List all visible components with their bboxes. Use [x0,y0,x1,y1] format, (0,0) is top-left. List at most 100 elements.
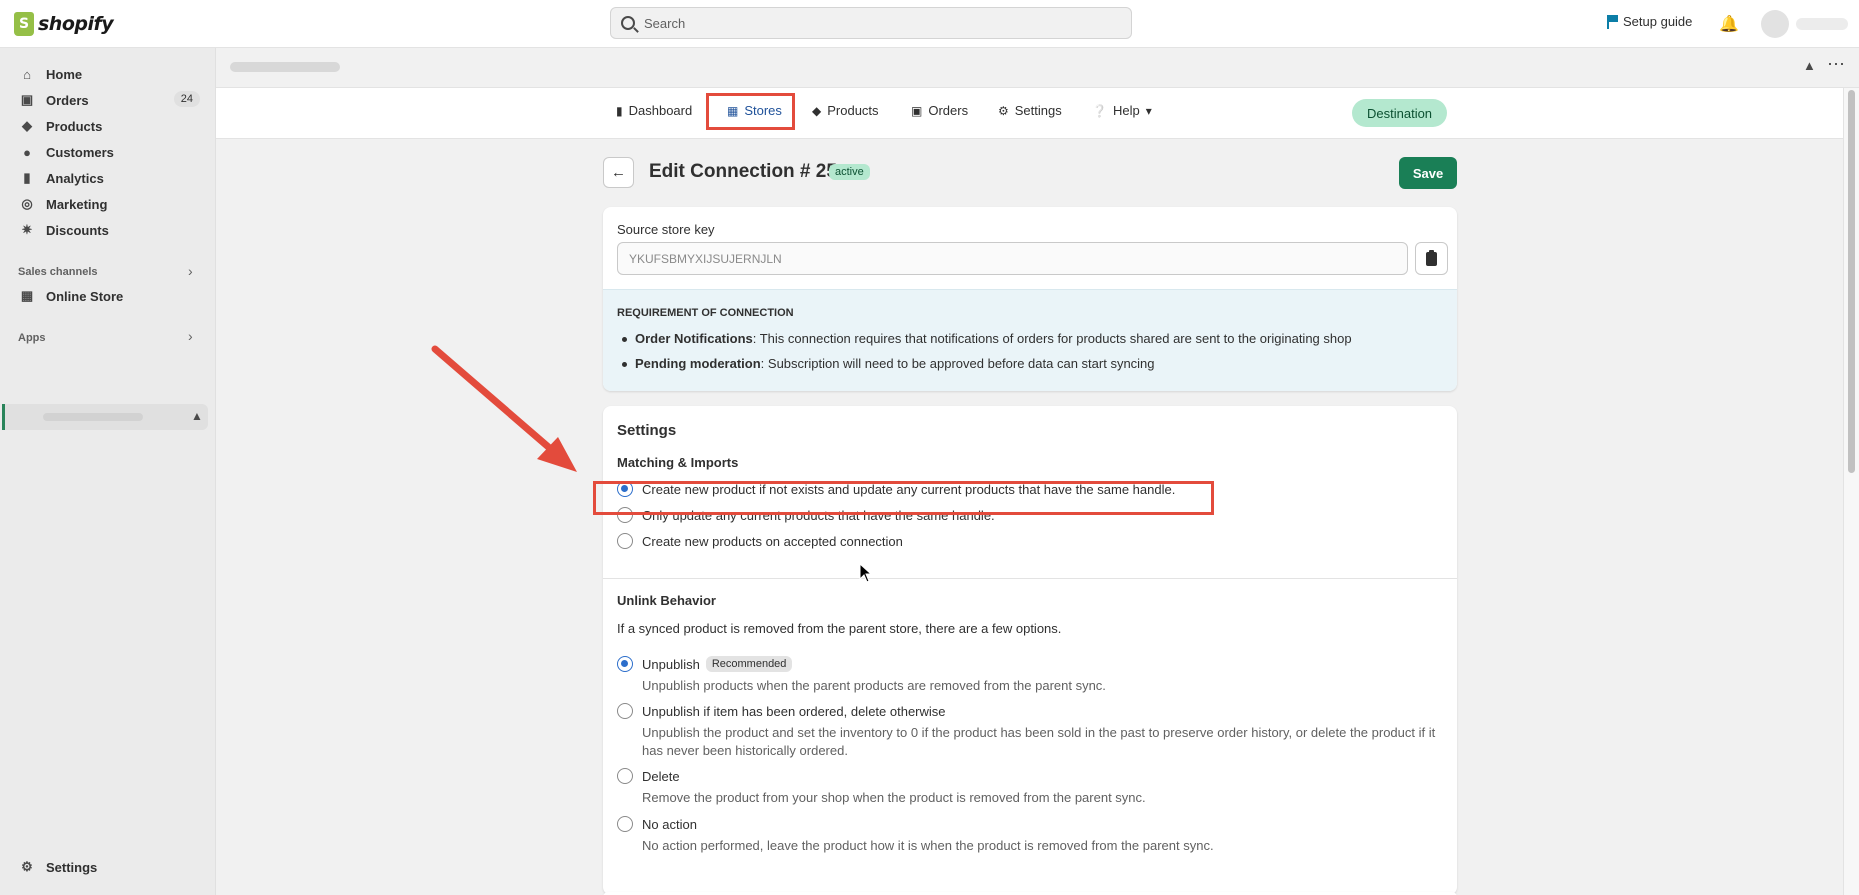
unlink-option-unpublish[interactable]: Unpublish Recommended [617,656,793,672]
radio[interactable] [617,703,633,719]
pin-icon[interactable]: ▲ [191,409,203,423]
page-title: Edit Connection # 25 [649,161,837,182]
app-name-blurred [43,413,143,421]
tab-dashboard[interactable]: ▮ Dashboard [616,103,692,118]
sidebar-item-discounts[interactable]: ✷ Discounts [10,217,208,243]
source-key-field[interactable]: YKUFSBMYXIJSUJERNJLN [617,242,1408,275]
account-name-blurred[interactable] [1796,18,1848,30]
setup-guide-button[interactable]: Setup guide [1607,14,1692,29]
orders-count-badge: 24 [173,91,200,107]
tab-label: Settings [1014,103,1062,118]
sidebar-item-online-store[interactable]: ▦ Online Store [10,283,208,309]
unlink-behavior-title: Unlink Behavior [617,593,716,608]
tab-help[interactable]: ❔ Help ▾ [1092,103,1152,118]
tab-label: Orders [928,103,969,118]
radio[interactable] [617,768,633,784]
option-label: Unpublish [642,656,700,672]
sidebar-item-label: Customers [46,144,114,160]
more-icon[interactable]: ⋯ [1827,54,1846,75]
sidebar: ⌂ Home ▣ Orders 24 ◆ Products ● Customer… [0,48,216,895]
bell-icon[interactable]: 🔔 [1719,14,1739,33]
app-nav: ▮ Dashboard ▦ Stores ◆ Products ▣ Orders… [216,88,1843,139]
option-label: Create new products on accepted connecti… [642,533,903,549]
radio[interactable] [617,533,633,549]
gear-icon: ⚙ [21,859,33,874]
source-key-card: Source store key YKUFSBMYXIJSUJERNJLN RE… [603,207,1457,391]
apps-label: Apps [18,332,46,344]
avatar[interactable] [1761,10,1789,38]
copy-button[interactable] [1415,242,1448,275]
unlink-option-no-action[interactable]: No action [617,816,697,832]
sidebar-item-label: Discounts [46,222,109,238]
sidebar-item-customers[interactable]: ● Customers [10,139,208,165]
settings-card: Settings Matching & Imports Create new p… [603,406,1457,895]
tag-icon: ◆ [812,103,822,118]
sidebar-item-app[interactable]: ▲ [2,404,208,430]
sidebar-item-label: Orders [46,92,89,108]
source-key-value: YKUFSBMYXIJSUJERNJLN [629,251,782,266]
sidebar-item-label: Online Store [46,288,124,304]
sidebar-item-settings[interactable]: ⚙ Settings [10,854,208,880]
pin-icon[interactable]: ▲ [1803,58,1816,73]
chevron-right-icon[interactable]: › [188,263,193,279]
matching-imports-title: Matching & Imports [617,455,739,470]
search-placeholder: Search [644,15,686,31]
unlink-option-unpublish-or-delete[interactable]: Unpublish if item has been ordered, dele… [617,703,946,719]
radio[interactable] [617,816,633,832]
scrollbar[interactable] [1843,88,1859,895]
chevron-right-icon[interactable]: › [188,328,193,344]
question-icon: ❔ [1092,103,1107,118]
matching-option-create-on-accept[interactable]: Create new products on accepted connecti… [617,533,903,549]
shopify-bag-icon [14,12,34,36]
requirement-text: : Subscription will need to be approved … [760,356,1155,371]
sidebar-item-label: Settings [46,859,98,875]
home-icon: ⌂ [23,66,31,82]
source-key-label: Source store key [617,222,715,237]
sidebar-item-label: Analytics [46,170,104,186]
scroll-thumb[interactable] [1848,90,1855,473]
recommended-badge: Recommended [705,656,793,672]
status-badge: active [829,164,870,180]
bar-chart-icon: ▮ [616,103,623,118]
requirement-item: Pending moderation: Subscription will ne… [622,356,1155,371]
destination-badge: Destination [1352,99,1448,127]
tab-products[interactable]: ◆ Products [812,103,879,118]
mouse-cursor-icon [859,563,873,583]
sidebar-item-home[interactable]: ⌂ Home [10,61,208,87]
sidebar-item-analytics[interactable]: ▮ Analytics [10,165,208,191]
bar-chart-icon: ▮ [23,170,31,185]
unlink-description: If a synced product is removed from the … [617,621,1062,636]
back-button[interactable]: ← [603,157,634,188]
option-label: Unpublish if item has been ordered, dele… [642,703,946,719]
requirement-term: Pending moderation [635,356,761,371]
target-icon: ◎ [21,196,33,211]
top-bar: shopify Search Setup guide 🔔 [0,0,1859,48]
option-help-text: Remove the product from your shop when t… [642,790,1146,805]
unlink-option-delete[interactable]: Delete [617,768,680,784]
option-help-text: Unpublish the product and set the invent… [642,725,1436,758]
tab-settings[interactable]: ⚙ Settings [998,103,1062,118]
page-content: ← Edit Connection # 25 active Save Sourc… [216,139,1843,895]
tab-label: Products [827,103,879,118]
tab-label: Dashboard [628,103,693,118]
sidebar-item-marketing[interactable]: ◎ Marketing [10,191,208,217]
inbox-icon: ▣ [20,92,34,107]
brand-name: shopify [38,13,114,35]
sidebar-item-products[interactable]: ◆ Products [10,113,208,139]
requirement-text: : This connection requires that notifica… [752,331,1352,346]
tab-orders[interactable]: ▣ Orders [911,103,968,118]
divider [603,578,1457,579]
save-button[interactable]: Save [1399,157,1457,189]
tab-label: Help [1112,103,1140,118]
caret-down-icon: ▾ [1145,103,1152,118]
sidebar-item-label: Marketing [46,196,108,212]
requirement-term: Order Notifications [635,331,753,346]
radio-selected[interactable] [617,656,633,672]
requirement-box: REQUIREMENT OF CONNECTION Order Notifica… [603,289,1457,391]
annotation-highlight-stores [706,93,795,130]
search-input[interactable]: Search [610,7,1132,39]
shopify-logo[interactable]: shopify [14,12,114,36]
sidebar-item-orders[interactable]: ▣ Orders 24 [10,87,208,113]
search-icon [621,16,635,30]
option-help-text: Unpublish products when the parent produ… [642,678,1106,693]
